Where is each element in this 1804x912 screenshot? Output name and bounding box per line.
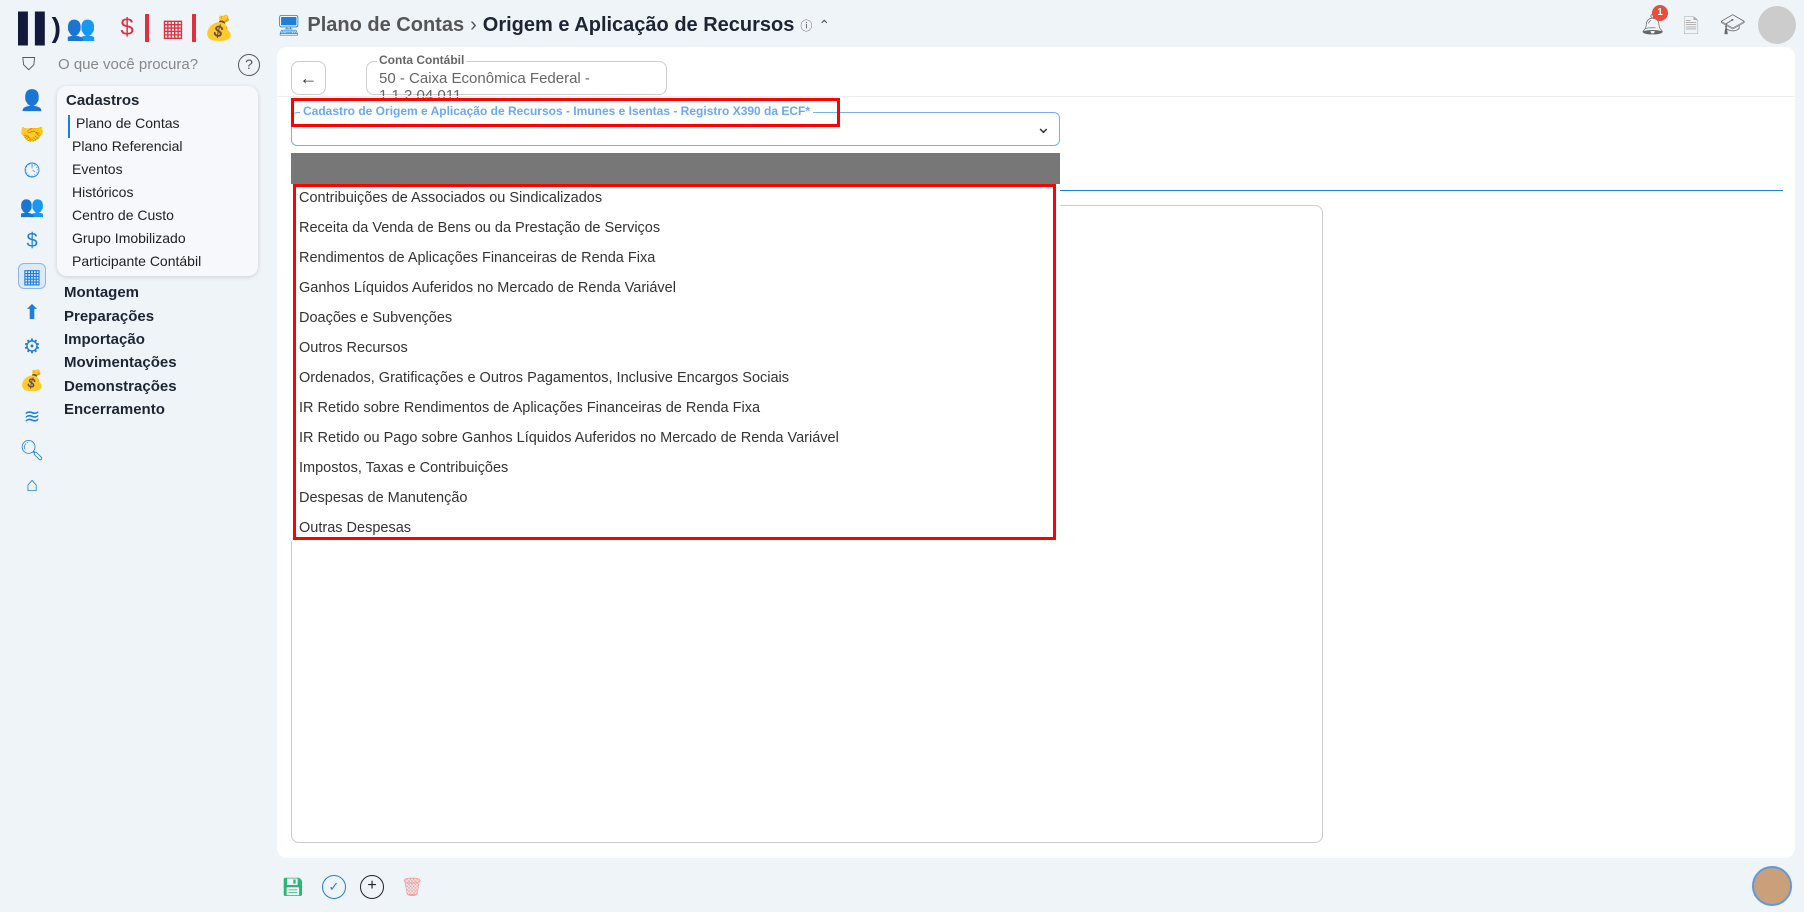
menu-preparacoes[interactable]: Preparações [64, 308, 154, 325]
accounting-app-icon[interactable]: ▦ [158, 14, 188, 43]
user-settings-icon[interactable]: 👤 [18, 88, 46, 114]
upload-icon[interactable]: ⬆ [18, 300, 46, 326]
app-divider [192, 14, 196, 42]
menu-item-eventos[interactable]: Eventos [66, 161, 258, 184]
people-app-icon[interactable]: 👥 [66, 14, 96, 43]
document-search-icon[interactable]: 🗎 [1683, 12, 1699, 46]
chevron-up-icon[interactable]: ⌃ [818, 17, 830, 34]
monitor-icon: 🖥 [276, 15, 302, 37]
app-divider [145, 14, 149, 42]
menu-importacao[interactable]: Importação [64, 331, 145, 348]
handshake-icon[interactable]: 🤝 [18, 122, 46, 148]
menu-demonstracoes[interactable]: Demonstrações [64, 378, 177, 395]
home-icon[interactable]: ⌂ [18, 472, 46, 498]
breadcrumb: 🖥 Plano de Contas › Origem e Aplicação d… [276, 13, 830, 38]
notification-badge: 1 [1652, 5, 1668, 21]
menu-item-grupo-imobilizado[interactable]: Grupo Imobilizado [66, 230, 258, 253]
search-icon[interactable]: 🔍︎ [18, 438, 46, 464]
menu-montagem[interactable]: Montagem [64, 284, 139, 301]
info-icon[interactable]: ⓘ [800, 17, 812, 34]
menu-movimentacoes[interactable]: Movimentações [64, 354, 177, 371]
highlight-box [291, 98, 840, 127]
layers-icon[interactable]: ≋ [18, 404, 46, 430]
money-bag-icon[interactable]: 💰 [18, 368, 46, 394]
users-icon[interactable]: 👥 [18, 194, 46, 220]
save-icon[interactable]: 💾︎ [281, 875, 305, 899]
menu-encerramento[interactable]: Encerramento [64, 401, 165, 418]
gear-icon[interactable]: ⚙ [18, 334, 46, 360]
chevron-down-icon[interactable]: ⌄ [1036, 117, 1051, 138]
help-icon[interactable]: ? [238, 54, 260, 76]
assistant-avatar[interactable] [1752, 866, 1792, 906]
divider [277, 96, 1795, 97]
clock-icon[interactable]: 🕓︎ [18, 158, 46, 184]
check-icon[interactable]: ✓ [322, 875, 346, 899]
user-avatar[interactable] [1758, 6, 1796, 44]
calculator-icon[interactable]: ▦ [18, 263, 46, 289]
menu-item-historicos[interactable]: Históricos [66, 184, 258, 207]
tab-underline [1060, 190, 1783, 191]
menu-item-centro-de-custo[interactable]: Centro de Custo [66, 207, 258, 230]
graduation-cap-icon[interactable]: 🎓︎ [1720, 12, 1745, 37]
add-icon[interactable]: + [360, 875, 384, 899]
dropdown-empty-option[interactable] [291, 153, 1060, 184]
breadcrumb-parent[interactable]: Plano de Contas [307, 14, 464, 37]
menu-title: Cadastros [66, 92, 140, 109]
menu-item-plano-referencial[interactable]: Plano Referencial [66, 138, 258, 161]
menu-item-participante-contabil[interactable]: Participante Contábil [66, 253, 258, 276]
page-title: Origem e Aplicação de Recursos [482, 14, 795, 36]
finance-app-icon[interactable]: $ [112, 14, 142, 42]
menu-item-plano-de-contas[interactable]: Plano de Contas [68, 115, 258, 138]
conta-contabil-field[interactable]: Conta Contábil 50 - Caixa Econômica Fede… [366, 53, 667, 104]
back-button[interactable]: ← [291, 61, 326, 95]
trash-icon[interactable]: 🗑︎ [400, 875, 424, 899]
filter-icon[interactable]: ⛉ [22, 54, 36, 75]
highlight-box [293, 184, 1056, 540]
app-logo[interactable]: ▌▌) [18, 12, 61, 44]
money-bag-app-icon[interactable]: 💰 [204, 14, 234, 43]
cadastros-menu: Cadastros Plano de Contas Plano Referenc… [57, 86, 258, 276]
breadcrumb-separator: › [470, 14, 477, 36]
search-input[interactable]: O que você procura? [58, 56, 198, 73]
dollar-icon[interactable]: $ [18, 228, 46, 254]
conta-label: Conta Contábil [377, 53, 467, 67]
